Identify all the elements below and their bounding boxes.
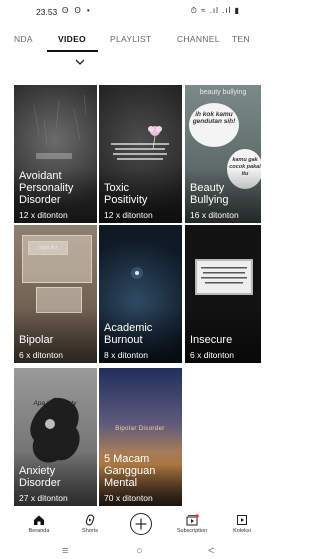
view-count: 12 x ditonton [19,210,68,220]
playlist-title: Beauty Bullying [190,182,229,206]
view-count: 6 x ditonton [19,350,63,360]
playlist-tile[interactable]: apa itu Bipolar 6 x ditonton [14,225,97,363]
tab-playlist[interactable]: PLAYLIST [110,34,151,44]
nav-library[interactable]: Koleksi [222,514,262,534]
status-bar: 23.53 ʘ ʘ • ⏱ ≈ .ıl .ıl ▮ [0,0,262,24]
playlist-title: 5 Macam Gangguan Mental [104,453,156,489]
art-caption: apa itu [38,245,57,251]
plus-icon [135,518,147,530]
nav-home[interactable]: Beranda [19,514,59,534]
view-count: 12 x ditonton [104,210,153,220]
nav-shorts[interactable]: Shorts [70,514,110,534]
art-caption: Apa itu Anxiety Disorder? [33,400,77,414]
channel-tabs: NDA VIDEO PLAYLIST CHANNEL TEN [0,28,262,54]
recents-button[interactable]: ≡ [62,545,68,557]
status-time: 23.53 [36,7,58,17]
bottom-navigation: Beranda Shorts Subscription Koleksi [0,511,262,541]
art-caption: beauty bullying [199,89,247,96]
back-button[interactable]: < [208,545,214,557]
playlist-title: Insecure [190,334,233,346]
playlist-tile[interactable]: Insecure 6 x ditonton [185,225,261,363]
art-caption: Bipolar Disorder [115,426,165,432]
playlist-title: Anxiety Disorder [19,465,61,489]
subscriptions-icon [186,514,199,526]
view-count: 8 x ditonton [104,350,148,360]
playlist-tile[interactable]: Avoidant Personality Disorder 12 x diton… [14,85,97,223]
nav-label: Subscription [176,528,208,534]
playlist-title: Academic Burnout [104,322,153,346]
library-icon [237,515,247,525]
tab-channel[interactable]: CHANNEL [177,34,220,44]
nav-label: Beranda [28,528,50,534]
nav-subscriptions[interactable]: Subscription [172,514,212,534]
tab-home[interactable]: NDA [14,34,33,44]
sign-text-art [201,267,247,284]
playlist-tile[interactable]: Apa itu Anxiety Disorder? Anxiety Disord… [14,368,97,506]
playlist-tile[interactable]: beauty bullying ih kok kamu gendutan sih… [185,85,261,223]
create-button[interactable] [130,513,152,535]
tab-video[interactable]: VIDEO [58,34,86,44]
nav-label: Shorts [82,528,98,534]
view-count: 27 x ditonton [19,493,68,503]
nav-label: Koleksi [233,528,251,534]
playlist-tile[interactable]: Academic Burnout 8 x ditonton [99,225,182,363]
home-icon [34,515,44,525]
playlist-tile[interactable]: Toxic Positivity 12 x ditonton [99,85,182,223]
home-system-button[interactable]: ○ [136,545,143,557]
speech-bubble: ih kok kamu gendutan sih! [189,103,239,147]
playlist-tile[interactable]: Bipolar Disorder 5 Macam Gangguan Mental… [99,368,182,506]
tab-community[interactable]: TEN [232,34,250,44]
system-navigation: ≡ ○ < [0,543,262,559]
shorts-icon [85,514,95,526]
system-status-icons: ⏱ ≈ .ıl .ıl ▮ [190,6,240,15]
active-tab-indicator [47,50,98,52]
playlist-title: Bipolar [19,334,54,346]
playlist-title: Toxic Positivity [104,182,148,206]
playlist-title: Avoidant Personality Disorder [19,170,74,206]
view-count: 6 x ditonton [190,350,234,360]
notification-icons: ʘ ʘ • [62,6,92,15]
view-count: 16 x ditonton [190,210,239,220]
view-count: 70 x ditonton [104,493,153,503]
chevron-down-icon[interactable] [74,57,86,67]
